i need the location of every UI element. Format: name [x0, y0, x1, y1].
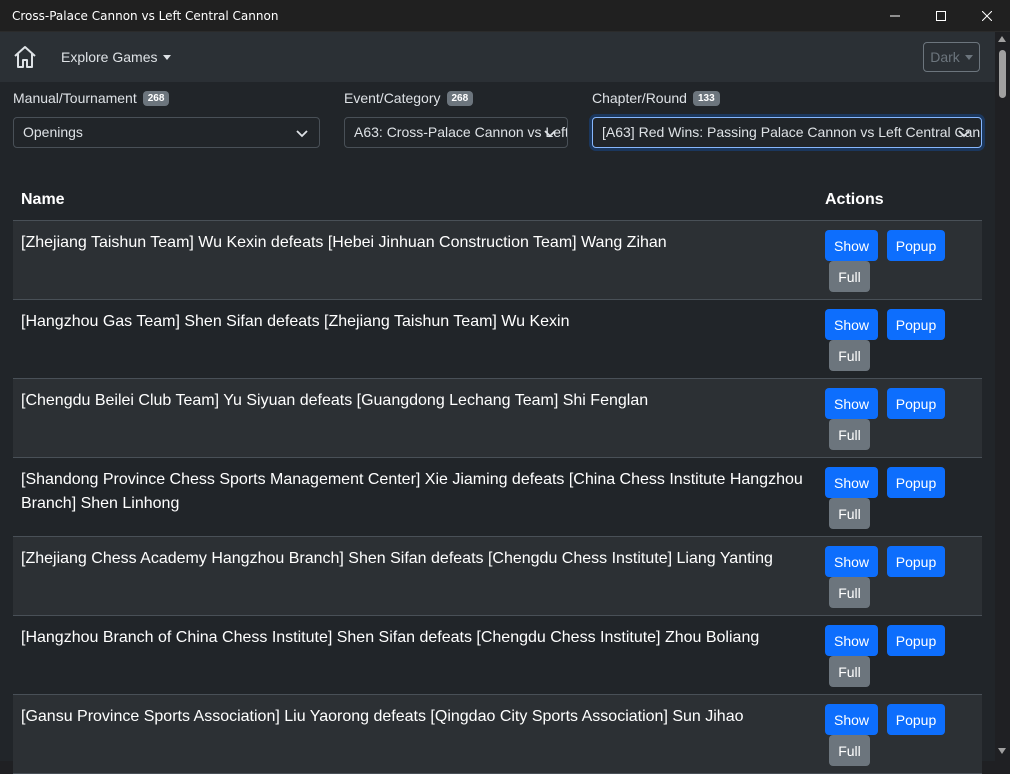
- chevron-down-icon: [958, 130, 970, 138]
- theme-dropdown-button[interactable]: Dark: [923, 42, 980, 72]
- full-button[interactable]: Full: [829, 261, 870, 292]
- show-button[interactable]: Show: [825, 704, 878, 735]
- table-row: [Hangzhou Gas Team] Shen Sifan defeats […: [13, 300, 982, 379]
- scroll-up-arrow-icon[interactable]: [998, 36, 1006, 42]
- games-table: Name Actions [Zhejiang Taishun Team] Wu …: [13, 182, 982, 774]
- manual-select-value: Openings: [23, 124, 83, 140]
- minimize-button[interactable]: [872, 0, 918, 32]
- game-name: [Gansu Province Sports Association] Liu …: [21, 708, 744, 725]
- close-button[interactable]: [964, 0, 1010, 32]
- caret-down-icon: [163, 54, 172, 60]
- table-row: [Shandong Province Chess Sports Manageme…: [13, 458, 982, 537]
- navbar: Explore Games Dark: [0, 32, 995, 82]
- game-name: [Hangzhou Gas Team] Shen Sifan defeats […: [21, 313, 570, 330]
- caret-down-icon: [964, 54, 973, 60]
- table-row: [Gansu Province Sports Association] Liu …: [13, 695, 982, 774]
- manual-label-text: Manual/Tournament: [13, 90, 137, 106]
- table-header: Name Actions: [13, 182, 982, 221]
- game-name: [Shandong Province Chess Sports Manageme…: [21, 471, 803, 512]
- chevron-down-icon: [296, 130, 308, 138]
- scroll-thumb[interactable]: [999, 50, 1006, 98]
- full-button[interactable]: Full: [829, 577, 870, 608]
- explore-games-label: Explore Games: [61, 49, 158, 65]
- theme-label: Dark: [930, 49, 960, 65]
- chapter-round-label: Chapter/Round 133: [592, 90, 720, 106]
- home-icon[interactable]: [12, 44, 38, 70]
- show-button[interactable]: Show: [825, 546, 878, 577]
- show-button[interactable]: Show: [825, 230, 878, 261]
- manual-tournament-select[interactable]: Openings: [13, 117, 320, 148]
- header-actions: Actions: [825, 191, 884, 208]
- chapter-label-text: Chapter/Round: [592, 90, 687, 106]
- popup-button[interactable]: Popup: [887, 309, 945, 340]
- full-button[interactable]: Full: [829, 656, 870, 687]
- full-button[interactable]: Full: [829, 340, 870, 371]
- header-name: Name: [21, 191, 65, 208]
- manual-tournament-label: Manual/Tournament 268: [13, 90, 170, 106]
- chapter-count-badge: 133: [692, 90, 720, 106]
- game-name: [Zhejiang Chess Academy Hangzhou Branch]…: [21, 550, 773, 567]
- popup-button[interactable]: Popup: [887, 388, 945, 419]
- show-button[interactable]: Show: [825, 625, 878, 656]
- close-icon: [982, 11, 992, 21]
- full-button[interactable]: Full: [829, 498, 870, 529]
- chapter-round-select[interactable]: [A63] Red Wins: Passing Palace Cannon vs…: [592, 117, 982, 148]
- table-row: [Zhejiang Taishun Team] Wu Kexin defeats…: [13, 221, 982, 300]
- main-content: Manual/Tournament 268 Openings Event/Cat…: [0, 82, 995, 774]
- popup-button[interactable]: Popup: [887, 467, 945, 498]
- popup-button[interactable]: Popup: [887, 230, 945, 261]
- event-select-value: A63: Cross-Palace Cannon vs Left Central…: [354, 124, 568, 140]
- popup-button[interactable]: Popup: [887, 625, 945, 656]
- vertical-scrollbar[interactable]: [995, 32, 1010, 761]
- manual-count-badge: 268: [142, 90, 170, 106]
- event-count-badge: 268: [446, 90, 474, 106]
- maximize-icon: [936, 11, 946, 21]
- explore-games-dropdown[interactable]: Explore Games: [61, 49, 172, 65]
- window-title: Cross-Palace Cannon vs Left Central Cann…: [12, 9, 279, 23]
- show-button[interactable]: Show: [825, 388, 878, 419]
- show-button[interactable]: Show: [825, 467, 878, 498]
- game-name: [Zhejiang Taishun Team] Wu Kexin defeats…: [21, 234, 667, 251]
- event-category-select[interactable]: A63: Cross-Palace Cannon vs Left Central…: [344, 117, 568, 148]
- full-button[interactable]: Full: [829, 419, 870, 450]
- chapter-select-value: [A63] Red Wins: Passing Palace Cannon vs…: [602, 124, 982, 140]
- popup-button[interactable]: Popup: [887, 546, 945, 577]
- table-row: [Zhejiang Chess Academy Hangzhou Branch]…: [13, 537, 982, 616]
- chevron-down-icon: [544, 130, 556, 138]
- popup-button[interactable]: Popup: [887, 704, 945, 735]
- table-row: [Chengdu Beilei Club Team] Yu Siyuan def…: [13, 379, 982, 458]
- scroll-down-arrow-icon[interactable]: [998, 748, 1006, 754]
- event-label-text: Event/Category: [344, 90, 441, 106]
- table-row: [Hangzhou Branch of China Chess Institut…: [13, 616, 982, 695]
- game-name: [Hangzhou Branch of China Chess Institut…: [21, 629, 760, 646]
- full-button[interactable]: Full: [829, 735, 870, 766]
- game-name: [Chengdu Beilei Club Team] Yu Siyuan def…: [21, 392, 649, 409]
- show-button[interactable]: Show: [825, 309, 878, 340]
- maximize-button[interactable]: [918, 0, 964, 32]
- minimize-icon: [890, 15, 900, 17]
- event-category-label: Event/Category 268: [344, 90, 474, 106]
- window-titlebar: Cross-Palace Cannon vs Left Central Cann…: [0, 0, 1010, 32]
